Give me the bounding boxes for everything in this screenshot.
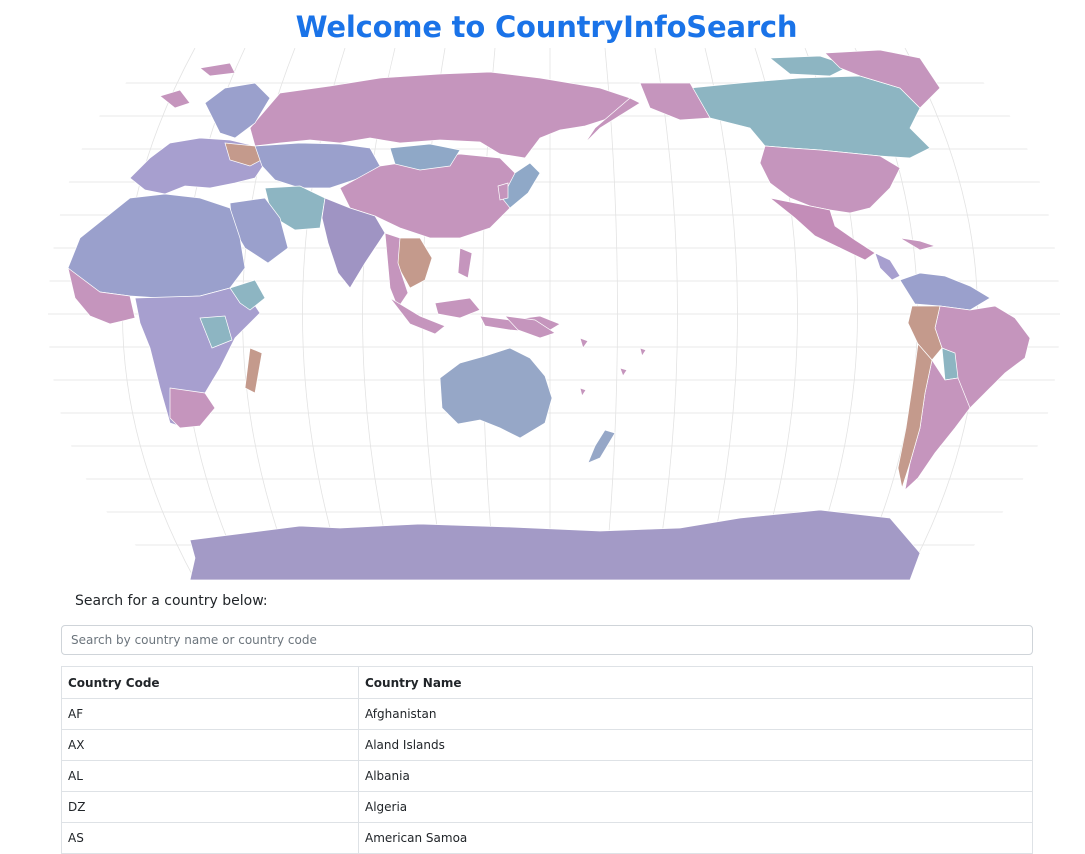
central-america [874,252,901,281]
table-row[interactable]: AF Afghanistan [61,698,1033,730]
country-name-cell: Afghanistan [358,698,1033,730]
philippines [457,247,473,279]
country-code-cell: AX [61,729,359,761]
australia [439,347,553,439]
column-header-country-code[interactable]: Country Code [61,666,359,699]
korea [497,182,509,201]
table-row[interactable]: AS American Samoa [61,822,1033,854]
table-row[interactable]: AL Albania [61,760,1033,792]
column-header-country-name[interactable]: Country Name [358,666,1033,699]
country-name-cell: Algeria [358,791,1033,823]
uk [159,89,191,109]
madagascar [244,347,263,394]
country-name-cell: Albania [358,760,1033,792]
antarctica [189,509,921,580]
africa-north [67,193,246,299]
country-code-cell: AF [61,698,359,730]
new-zealand [587,429,616,464]
country-search-input[interactable] [61,625,1033,655]
country-code-cell: DZ [61,791,359,823]
canada [689,75,931,159]
country-name-cell: Aland Islands [358,729,1033,761]
iceland [199,62,236,77]
table-header-row: Country Code Country Name [61,666,1033,699]
world-map[interactable] [40,48,1070,580]
page-title: Welcome to CountryInfoSearch [295,10,798,44]
country-code-cell: AS [61,822,359,854]
africa-south [169,387,216,429]
search-label: Search for a country below: [75,593,268,609]
countries-table: Country Code Country Name AF Afghanistan… [61,666,1033,854]
table-row[interactable]: AX Aland Islands [61,729,1033,761]
table-row[interactable]: DZ Algeria [61,791,1033,823]
country-code-cell: AL [61,760,359,792]
country-name-cell: American Samoa [358,822,1033,854]
